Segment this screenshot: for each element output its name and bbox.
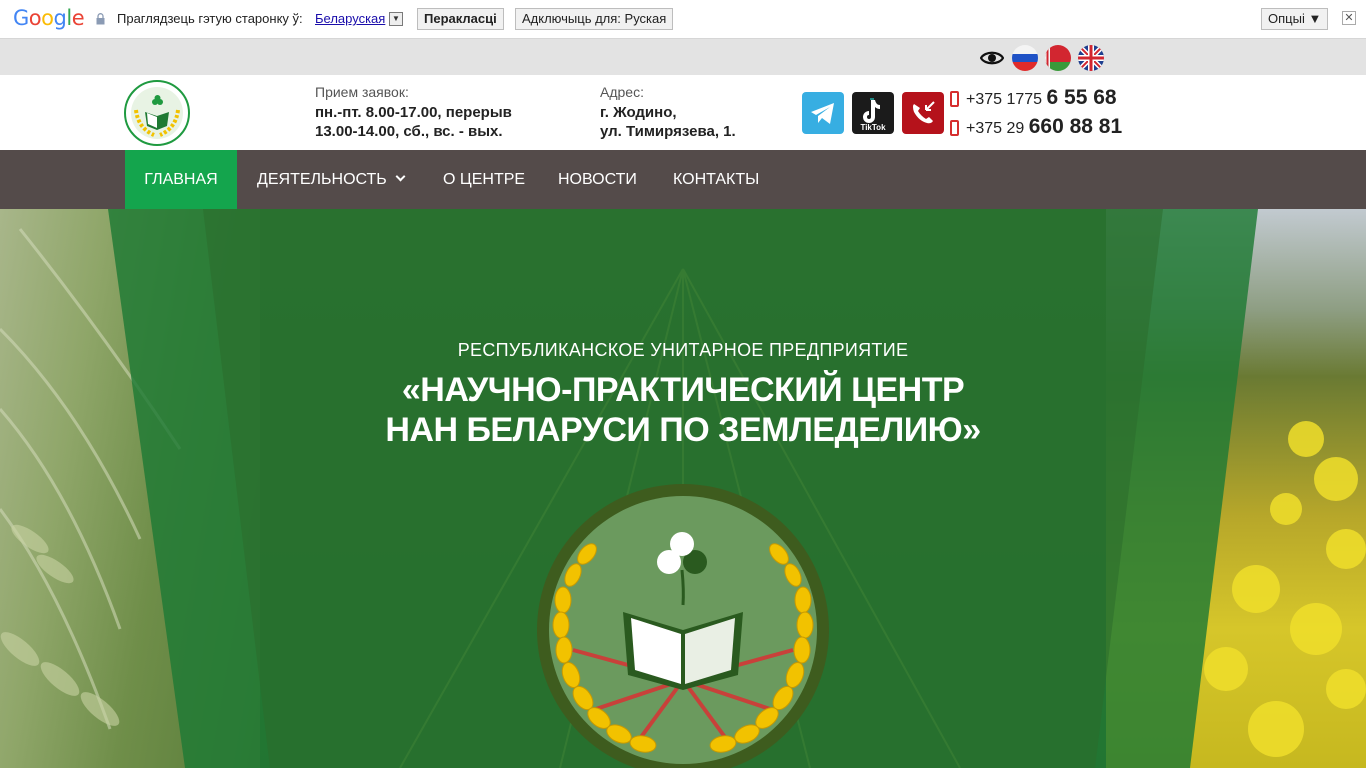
address-line-1: г. Жодино,	[600, 104, 677, 121]
language-dropdown-icon[interactable]: ▼	[389, 12, 403, 26]
flag-uk-icon[interactable]	[1078, 45, 1104, 71]
phone-2[interactable]: +375 29 660 88 81	[966, 115, 1122, 139]
hours-line-2: 13.00-14.00, сб., вс. - вых.	[315, 123, 503, 140]
phone-1-icon	[950, 91, 959, 107]
callback-button[interactable]	[902, 92, 944, 134]
flag-russia-icon[interactable]	[1012, 45, 1038, 71]
nav-item-about[interactable]: О центре	[443, 150, 525, 209]
nav-item-news[interactable]: Новости	[558, 150, 637, 209]
address-line-2: ул. Тимирязева, 1.	[600, 123, 736, 140]
site-logo[interactable]	[124, 80, 190, 146]
nav-item-contacts[interactable]: Контакты	[673, 150, 759, 209]
translate-prompt: Праглядзець гэтую старонку ў:	[117, 11, 303, 26]
phone-1-number: 6 55 68	[1046, 86, 1117, 109]
translate-language-link[interactable]: Беларуская	[315, 11, 385, 26]
hero-title: «НАУЧНО-ПРАКТИЧЕСКИЙ ЦЕНТР НАН БЕЛАРУСИ …	[0, 370, 1366, 450]
callback-phone-icon	[913, 101, 935, 124]
hours-label: Прием заявок:	[315, 84, 409, 100]
hero-title-line-1: «НАУЧНО-ПРАКТИЧЕСКИЙ ЦЕНТР	[401, 371, 965, 409]
telegram-button[interactable]	[802, 92, 844, 134]
tiktok-button[interactable]: TikTok	[852, 92, 894, 134]
tiktok-label: TikTok	[860, 123, 886, 132]
options-button[interactable]: Опцыі ▼	[1261, 8, 1329, 30]
telegram-icon	[811, 103, 834, 124]
close-icon[interactable]: ✕	[1342, 11, 1356, 25]
disable-translate-button[interactable]: Адключыць для: Руская	[515, 8, 674, 30]
center-emblem	[537, 484, 829, 768]
phone-2-icon	[950, 120, 959, 136]
phone-2-prefix: +375 29	[966, 120, 1025, 137]
lock-icon	[96, 13, 105, 25]
phone-1-prefix: +375 1775	[966, 91, 1043, 108]
hero-title-line-2: НАН БЕЛАРУСИ ПО ЗЕМЛЕДЕЛИЮ»	[385, 411, 981, 449]
eye-icon[interactable]	[980, 47, 1004, 69]
nav-item-activity-label: Деятельность	[257, 171, 387, 188]
translate-button[interactable]: Перакласці	[417, 8, 504, 30]
accessibility-strip	[0, 39, 1366, 75]
hours-line-1: пн.-пт. 8.00-17.00, перерыв	[315, 104, 512, 121]
hero-subtitle: РЕСПУБЛИКАНСКОЕ УНИТАРНОЕ ПРЕДПРИЯТИЕ	[457, 340, 909, 360]
chevron-down-icon	[395, 171, 406, 182]
phone-2-number: 660 88 81	[1028, 115, 1123, 138]
address-label: Адрес:	[600, 84, 644, 100]
flag-belarus-icon[interactable]	[1045, 45, 1071, 71]
google-logo: Google	[13, 6, 85, 30]
nav-item-home[interactable]: Главная	[125, 150, 237, 209]
phone-1[interactable]: +375 1775 6 55 68	[966, 86, 1117, 110]
nav-item-activity[interactable]: Деятельность	[257, 150, 406, 209]
